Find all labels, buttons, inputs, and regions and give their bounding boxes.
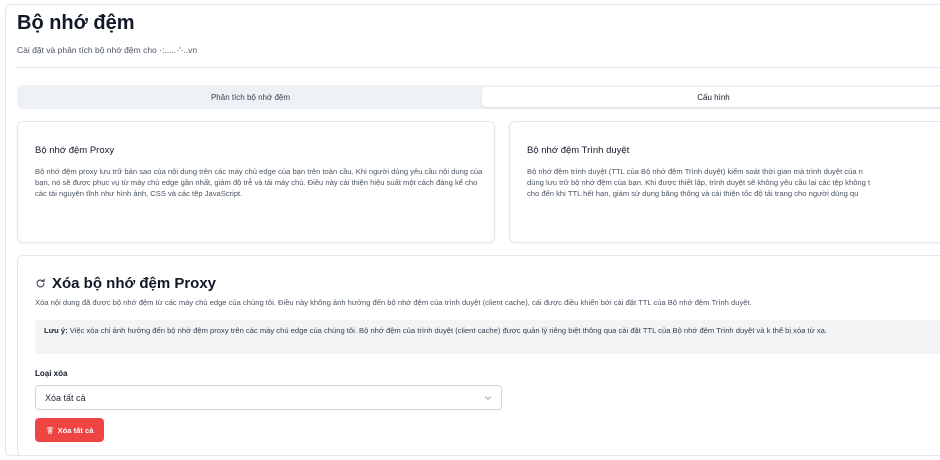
browser-cache-line: dùng lưu trữ bộ nhớ đệm của bạn. Khi đượ… xyxy=(527,178,871,187)
note-text: Việc xóa chỉ ảnh hưởng đến bộ nhớ đệm pr… xyxy=(67,326,827,335)
browser-cache-title: Bộ nhớ đệm Trình duyệt xyxy=(527,145,630,156)
tab-configuration[interactable]: Cấu hình xyxy=(482,87,940,107)
purge-type-label: Loại xóa xyxy=(35,369,68,378)
cache-page: Bộ nhớ đệm Cài đặt và phân tích bộ nhớ đ… xyxy=(5,4,940,456)
purge-section-header: Xóa bộ nhớ đệm Proxy xyxy=(35,275,216,292)
browser-cache-description: Bộ nhớ đệm trình duyệt (TTL của Bộ nhớ đ… xyxy=(527,166,940,199)
proxy-cache-title: Bộ nhớ đệm Proxy xyxy=(35,145,115,156)
refresh-icon xyxy=(36,278,45,288)
browser-cache-line: cho đến khi TTL hết hạn, giảm sử dụng bă… xyxy=(527,189,859,198)
browser-cache-line: Bộ nhớ đệm trình duyệt (TTL của Bộ nhớ đ… xyxy=(527,167,863,176)
purge-type-select[interactable]: Xóa tất cả xyxy=(35,385,502,410)
proxy-cache-description: Bộ nhớ đệm proxy lưu trữ bản sao của nội… xyxy=(35,167,483,198)
note-label: Lưu ý: xyxy=(44,326,68,335)
purge-all-label: Xóa tất cả xyxy=(57,425,94,435)
page-title: Bộ nhớ đệm xyxy=(17,12,135,34)
purge-description: Xóa nội dung đã được bộ nhớ đệm từ các m… xyxy=(35,298,752,307)
browser-cache-card: Bộ nhớ đệm Trình duyệt Bộ nhớ đệm trình … xyxy=(509,121,940,243)
purge-section-title: Xóa bộ nhớ đệm Proxy xyxy=(52,275,217,292)
purge-proxy-cache-section: Xóa bộ nhớ đệm Proxy Xóa nội dung đã đượ… xyxy=(17,255,940,455)
header-divider xyxy=(17,67,940,68)
trash-icon xyxy=(46,426,53,434)
purge-note: Lưu ý: Việc xóa chỉ ảnh hưởng đến bộ nhớ… xyxy=(35,320,940,354)
chevron-down-icon xyxy=(485,395,491,400)
proxy-cache-card: Bộ nhớ đệm Proxy Bộ nhớ đệm proxy lưu tr… xyxy=(17,121,495,243)
purge-type-value: Xóa tất cả xyxy=(45,392,86,403)
purge-all-button[interactable]: Xóa tất cả xyxy=(35,418,104,442)
tab-cache-analytics[interactable]: Phân tích bộ nhớ đệm xyxy=(19,87,482,107)
tab-bar: Phân tích bộ nhớ đệm Cấu hình xyxy=(17,85,940,109)
page-subtitle: Cài đặt và phân tích bộ nhớ đệm cho ·:..… xyxy=(17,45,198,55)
